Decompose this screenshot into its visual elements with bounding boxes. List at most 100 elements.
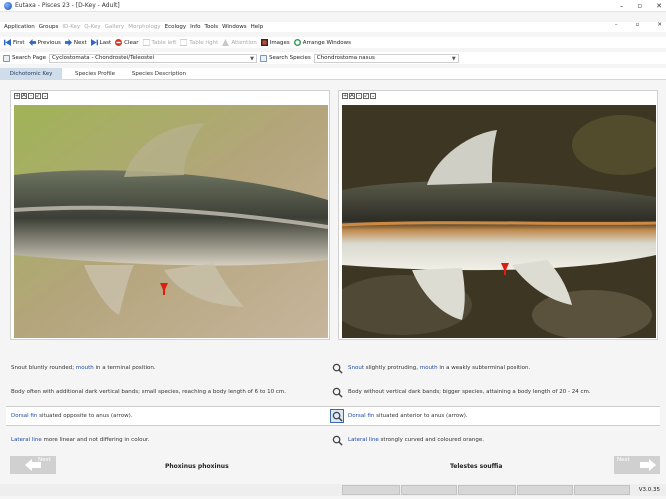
menu-groups[interactable]: Groups (39, 24, 59, 30)
lateral-line-link[interactable]: Lateral line (348, 437, 379, 443)
maximize-button[interactable]: ▫ (637, 2, 642, 10)
search-bar: Search Page Cyclostomata - Chondrostei/T… (0, 52, 666, 64)
menu-bar: Application Groups ID-Key Q-Key Gallery … (0, 22, 666, 32)
images-icon (260, 39, 268, 46)
menu-id-key[interactable]: ID-Key (62, 24, 80, 30)
table-left-button[interactable]: Table left (142, 39, 176, 46)
previous-label: Previous (37, 39, 61, 46)
magnifier-button-1[interactable] (330, 361, 344, 375)
next-species-button[interactable]: Next (614, 456, 660, 474)
last-icon (90, 39, 98, 46)
clear-button[interactable]: Clear (115, 39, 139, 46)
chevron-down-icon[interactable]: ▼ (452, 56, 456, 62)
table-right-button[interactable]: Table right (180, 39, 218, 46)
search-page-field[interactable]: Cyclostomata - Chondrostei/Teleostei ▼ (48, 53, 257, 63)
left-species-name: Phoxinus phoxinus (165, 463, 229, 470)
right-character-3-text: situated anterior to anus (arrow). (374, 413, 468, 419)
left-character-3-text: situated opposite to anus (arrow). (37, 413, 133, 419)
left-character-2[interactable]: Body often with additional dark vertical… (11, 389, 286, 395)
last-button[interactable]: Last (90, 39, 111, 46)
previous-species-button[interactable]: Next (10, 456, 56, 474)
zoom-out-icon[interactable]: - (356, 93, 362, 99)
zoom-reset-icon[interactable]: A (349, 93, 355, 99)
right-character-4[interactable]: Lateral line strongly curved and coloure… (348, 437, 484, 443)
status-bar: V3.0.35 (0, 484, 666, 496)
fit-icon[interactable]: ↙ (35, 93, 41, 99)
dorsal-fin-link[interactable]: Dorsal fin (348, 413, 374, 419)
left-image-panel: + A - ↙ ⌄ (10, 90, 330, 340)
expand-icon[interactable]: ⌄ (370, 93, 376, 99)
magnifier-icon (332, 363, 343, 374)
search-page-label: Search Page (12, 55, 46, 61)
close-button[interactable]: ✕ (656, 2, 662, 10)
first-icon (4, 39, 11, 46)
search-species-button[interactable]: Search Species (259, 54, 311, 62)
status-segment (342, 485, 400, 495)
clear-label: Clear (124, 39, 139, 46)
zoom-out-icon[interactable]: - (28, 93, 34, 99)
dorsal-fin-link[interactable]: Dorsal fin (11, 413, 37, 419)
magnifier-icon (332, 411, 343, 422)
first-button[interactable]: First (4, 39, 25, 46)
mouth-link[interactable]: mouth (76, 365, 94, 371)
arrow-right-icon (640, 459, 656, 471)
right-character-2[interactable]: Body without vertical dark bands; bigger… (348, 389, 591, 395)
right-character-3[interactable]: Dorsal fin situated anterior to anus (ar… (348, 413, 468, 419)
right-character-1[interactable]: Snout slightly protruding, mouth in a we… (348, 365, 530, 371)
menu-windows[interactable]: Windows (222, 24, 247, 30)
search-page-button[interactable]: Search Page (3, 54, 46, 62)
magnifier-button-2[interactable] (330, 385, 344, 399)
table-left-icon (142, 39, 150, 46)
mdi-close-button[interactable]: ✕ (657, 22, 662, 28)
mdi-minimize-button[interactable]: – (615, 22, 618, 28)
menu-gallery[interactable]: Gallery (105, 24, 125, 30)
arrange-windows-button[interactable]: Arrange Windows (293, 39, 351, 46)
tab-species-description[interactable]: Species Description (128, 68, 190, 80)
attention-label: Attention (231, 39, 257, 46)
snout-link[interactable]: Snout (348, 365, 364, 371)
left-character-3[interactable]: Dorsal fin situated opposite to anus (ar… (11, 413, 132, 419)
tab-species-profile[interactable]: Species Profile (64, 68, 126, 80)
mouth-link[interactable]: mouth (420, 365, 438, 371)
table-right-label: Table right (189, 39, 219, 46)
previous-species-label: Next (38, 457, 51, 463)
fit-icon[interactable]: ↙ (363, 93, 369, 99)
right-character-4-text: strongly curved and coloured orange. (378, 437, 484, 443)
search-species-value: Chondrostoma nasus (316, 55, 375, 61)
menu-help[interactable]: Help (251, 24, 264, 30)
menu-tools[interactable]: Tools (205, 24, 219, 30)
minimize-button[interactable]: – (620, 2, 624, 10)
chevron-down-icon[interactable]: ▼ (250, 56, 254, 62)
lateral-line-link[interactable]: Lateral line (11, 437, 42, 443)
left-image-controls: + A - ↙ ⌄ (14, 93, 48, 99)
zoom-in-icon[interactable]: + (342, 93, 348, 99)
menu-ecology[interactable]: Ecology (165, 24, 187, 30)
expand-icon[interactable]: ⌄ (42, 93, 48, 99)
toolbar: First Previous Next Last Clear Table lef… (0, 37, 666, 48)
next-button[interactable]: Next (64, 39, 87, 46)
clear-icon (115, 39, 123, 46)
zoom-reset-icon[interactable]: A (21, 93, 27, 99)
zoom-in-icon[interactable]: + (14, 93, 20, 99)
left-character-1[interactable]: Snout bluntly rounded; mouth in a termin… (11, 365, 156, 371)
magnifier-button-3[interactable] (330, 409, 344, 423)
images-label: Images (269, 39, 290, 46)
search-species-field[interactable]: Chondrostoma nasus ▼ (313, 53, 459, 63)
attention-button[interactable]: Attention (222, 39, 257, 46)
next-icon (64, 39, 72, 46)
left-character-4[interactable]: Lateral line more linear and not differi… (11, 437, 149, 443)
menu-q-key[interactable]: Q-Key (84, 24, 100, 30)
tab-dichotomic-key[interactable]: Dichotomic Key (0, 68, 62, 80)
menu-morphology[interactable]: Morphology (128, 24, 160, 30)
previous-button[interactable]: Previous (28, 39, 61, 46)
right-fish-photo (342, 105, 656, 338)
search-page-value: Cyclostomata - Chondrostei/Teleostei (51, 55, 155, 61)
next-label: Next (73, 39, 87, 46)
menu-info[interactable]: Info (190, 24, 200, 30)
character-row-3: Dorsal fin situated opposite to anus (ar… (6, 406, 660, 426)
table-right-icon (180, 39, 188, 46)
menu-application[interactable]: Application (4, 24, 35, 30)
images-button[interactable]: Images (260, 39, 290, 46)
mdi-restore-button[interactable]: ▫ (636, 22, 640, 28)
magnifier-button-4[interactable] (330, 433, 344, 447)
